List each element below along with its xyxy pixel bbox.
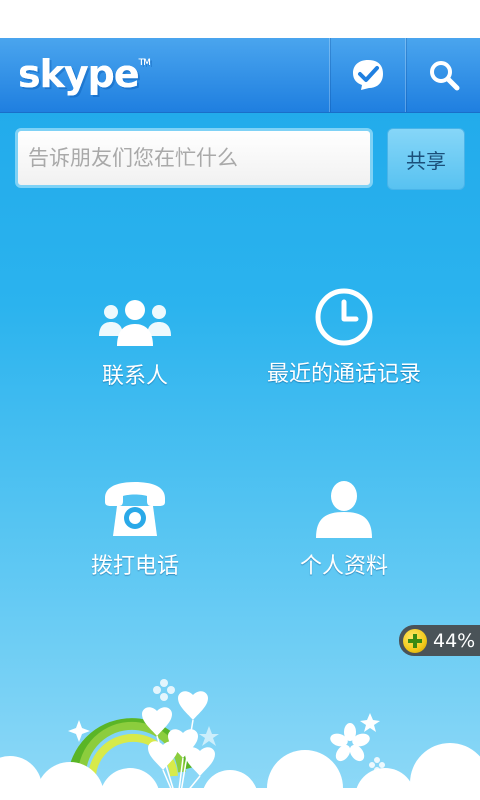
clock-icon	[315, 288, 373, 346]
skype-home-screen: skypeTM 共享	[0, 38, 480, 800]
contacts-tile[interactable]: 联系人	[35, 286, 235, 406]
recent-calls-label: 最近的通话记录	[266, 362, 421, 387]
status-bar	[0, 0, 480, 38]
profile-tile[interactable]: 个人资料	[244, 476, 444, 596]
phone-icon	[105, 482, 165, 536]
share-button[interactable]: 共享	[387, 128, 465, 190]
contacts-label: 联系人	[101, 364, 168, 389]
decorative-clouds-illustration	[0, 679, 480, 800]
profile-icon	[316, 481, 372, 538]
logo-text: skype	[18, 52, 140, 96]
logo-trademark: TM	[138, 58, 151, 68]
recent-calls-tile[interactable]: 最近的通话记录	[244, 284, 444, 404]
search-icon	[429, 61, 459, 91]
check-bubble-icon	[352, 60, 383, 90]
call-phones-label: 拨打电话	[90, 554, 179, 579]
profile-label: 个人资料	[299, 554, 388, 579]
skype-logo: skypeTM	[18, 52, 151, 96]
share-mood-row: 共享	[0, 128, 480, 194]
app-header: skypeTM	[0, 38, 480, 113]
search-button[interactable]	[405, 38, 480, 112]
call-phones-tile[interactable]: 拨打电话	[35, 476, 235, 596]
set-status-button[interactable]	[329, 38, 405, 112]
contacts-icon	[99, 300, 171, 346]
mood-message-input[interactable]	[15, 128, 373, 188]
